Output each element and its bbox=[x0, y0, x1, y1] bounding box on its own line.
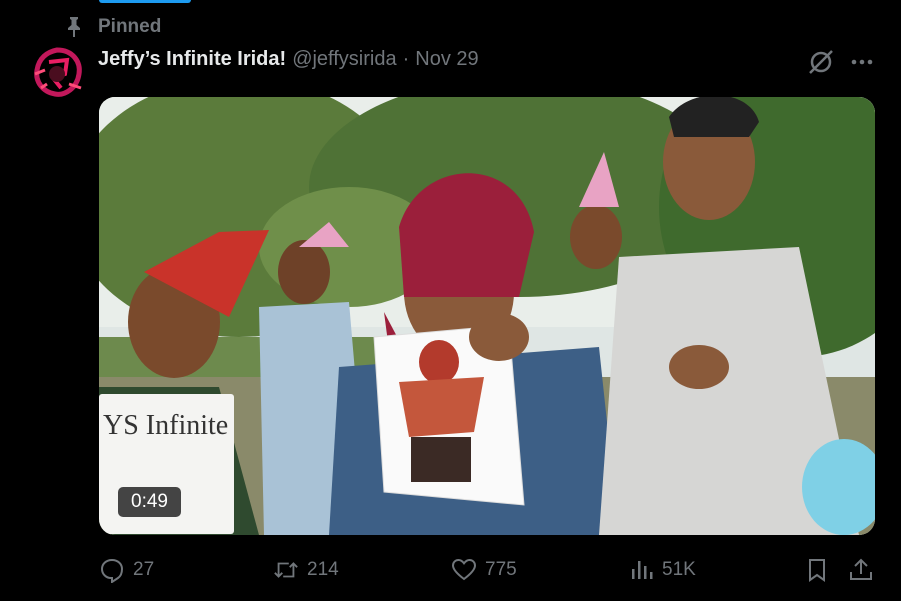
more-options-icon[interactable] bbox=[848, 48, 876, 76]
heart-icon bbox=[451, 558, 477, 581]
views-icon bbox=[632, 561, 653, 579]
pin-icon bbox=[68, 17, 80, 37]
reply-icon bbox=[100, 558, 124, 583]
tweet-date[interactable]: Nov 29 bbox=[415, 48, 478, 71]
views-count: 51K bbox=[662, 559, 696, 580]
like-count: 775 bbox=[485, 559, 517, 580]
pinned-label: Pinned bbox=[98, 16, 162, 37]
repost-icon bbox=[274, 562, 298, 578]
reply-count: 27 bbox=[133, 559, 155, 580]
repost-count: 214 bbox=[307, 559, 339, 580]
video-duration-badge: 0:49 bbox=[118, 487, 181, 517]
reply-button[interactable]: 27 bbox=[99, 552, 154, 588]
pinned-indicator: Pinned bbox=[64, 16, 161, 38]
tweet-header: Jeffy’s Infinite Irida! @jeffysirida · N… bbox=[98, 48, 479, 71]
repost-button[interactable]: 214 bbox=[273, 552, 339, 588]
bookmark-icon[interactable] bbox=[804, 557, 830, 583]
avatar[interactable] bbox=[27, 44, 87, 104]
video-player[interactable]: YS Infinite bbox=[99, 97, 875, 535]
display-name[interactable]: Jeffy’s Infinite Irida! bbox=[98, 48, 286, 71]
video-frame: YS Infinite bbox=[99, 97, 875, 535]
date-separator: · bbox=[402, 48, 410, 70]
share-icon[interactable] bbox=[848, 557, 874, 583]
views-button[interactable]: 51K bbox=[628, 552, 696, 588]
tab-indicator bbox=[99, 0, 191, 3]
user-handle[interactable]: @jeffysirida bbox=[292, 48, 396, 71]
grok-icon[interactable] bbox=[807, 48, 835, 76]
like-button[interactable]: 775 bbox=[451, 552, 517, 588]
sign-text: YS Infinite bbox=[103, 410, 228, 441]
tweet-actions: 27 214 775 51K bbox=[0, 552, 901, 588]
